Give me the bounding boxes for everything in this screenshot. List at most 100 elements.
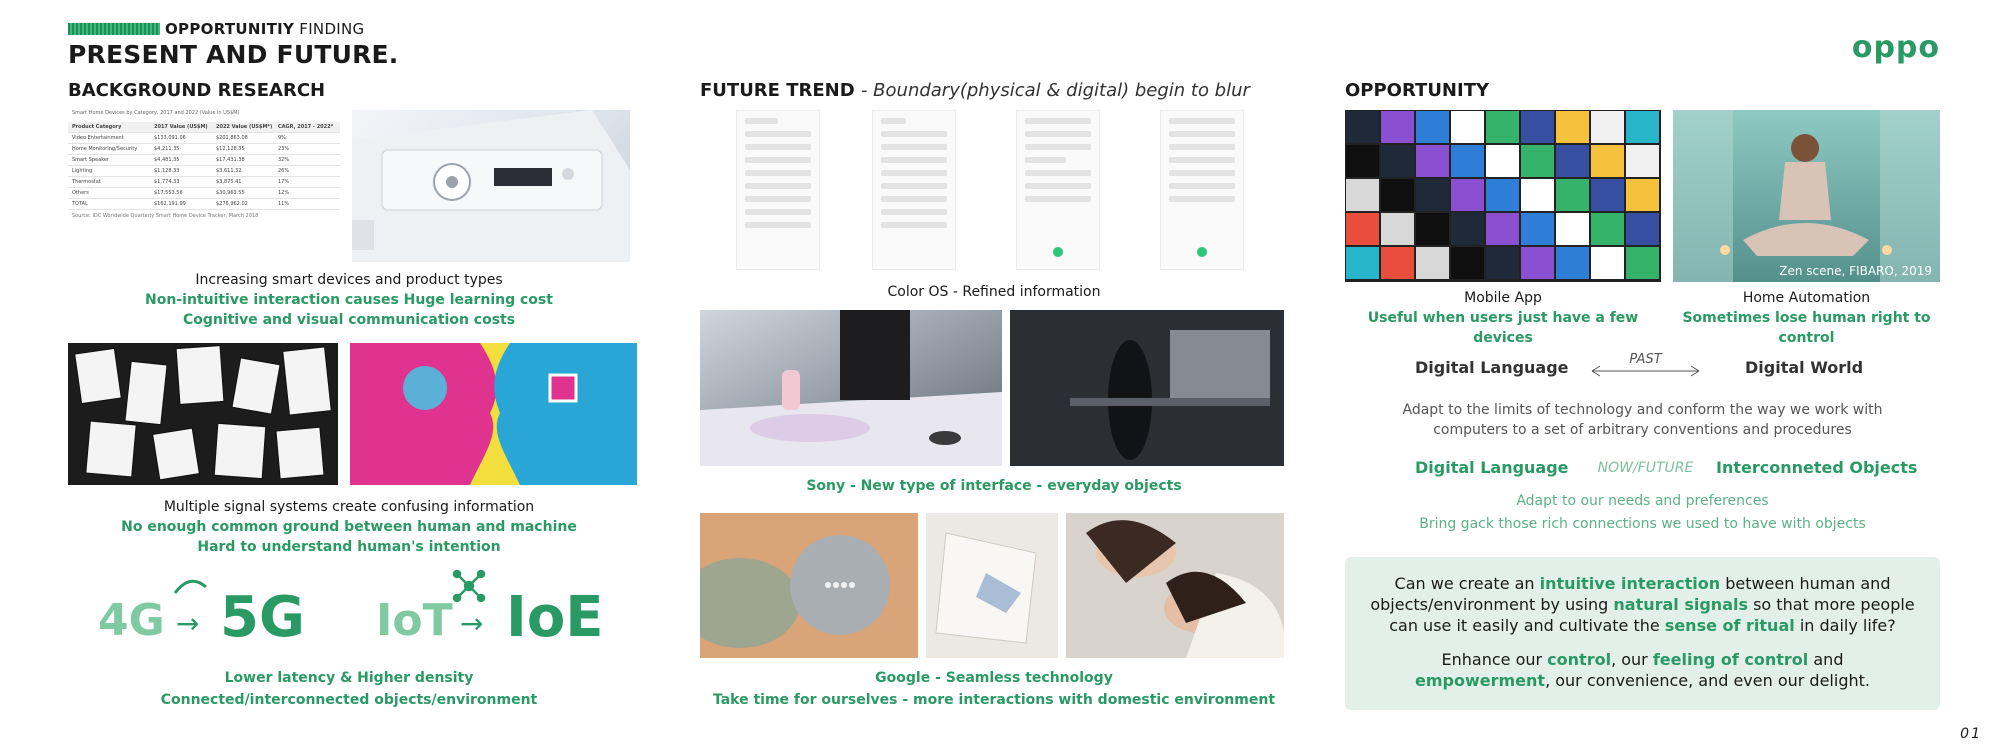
color-os-screen-1 xyxy=(736,110,820,270)
app-screen-tile xyxy=(1486,179,1519,211)
app-screen-tile xyxy=(1381,179,1414,211)
table-cell: 23% xyxy=(278,146,290,152)
ioe-label: IoE xyxy=(506,585,604,650)
table-cell: 32% xyxy=(278,157,290,163)
app-screen-tile xyxy=(1381,213,1414,245)
iot-label: IoT xyxy=(376,595,453,646)
app-screen-tile xyxy=(1416,145,1449,177)
table-header-row: Product Category 2017 Value (US$M) 2022 Va… xyxy=(68,122,340,133)
app-screen-tile xyxy=(1626,111,1659,143)
color-os-screen-2 xyxy=(872,110,956,270)
app-screen-tile xyxy=(1381,145,1414,177)
mobile-app-caption: Mobile App Useful when users just have a… xyxy=(1367,290,1639,346)
now-description: Adapt to our needs and preferences Bring… xyxy=(1419,493,1866,532)
background-research-title: BACKGROUND RESEARCH xyxy=(68,80,326,101)
table-cell: Lighting xyxy=(72,168,93,174)
domestic-objects-image xyxy=(926,513,1058,658)
table-row: Thermostat $1,774.33 $3,875.41 17% xyxy=(68,177,340,188)
app-screen-tile xyxy=(1451,247,1484,279)
two-heads-illustration xyxy=(350,343,637,485)
app-screen-tile xyxy=(1346,213,1379,245)
app-screen-tile xyxy=(1591,145,1624,177)
table-cell: $17,431.38 xyxy=(216,157,245,163)
table-row: Home Monitoring/Security $4,211.35 $12,128… xyxy=(68,144,340,155)
app-screen-tile xyxy=(1556,179,1589,211)
interconnected-objects: Interconneted Objects xyxy=(1716,458,1918,477)
app-screen-tile xyxy=(1521,179,1554,211)
double-arrow-icon xyxy=(1591,365,1700,377)
app-screen-tile xyxy=(1346,247,1379,279)
tech-evolution-graphic: 4G → 5G IoT → IoE xyxy=(98,569,618,665)
network-icon xyxy=(452,569,486,603)
smart-home-table: Smart Home Devices by Category, 2017 and… xyxy=(68,110,340,255)
table-cell: Home Monitoring/Security xyxy=(72,146,138,152)
future-trend-title: FUTURE TREND - Boundary(physical & digit… xyxy=(700,80,1250,101)
signal-chaos-image xyxy=(68,343,338,485)
table-cell: $12,128.35 xyxy=(216,146,245,152)
table-caption: Smart Home Devices by Category, 2017 and… xyxy=(72,110,240,116)
table-cell: $1,128.33 xyxy=(154,168,180,174)
mobile-app-collage-image xyxy=(1345,110,1661,282)
app-screen-tile xyxy=(1416,247,1449,279)
app-screen-tile xyxy=(1416,179,1449,211)
table-row: Video Entertainment $133,091.06 $201,863.0… xyxy=(68,133,340,144)
table-row: TOTAL $162,191.99 $276,962.02 11% xyxy=(68,199,340,210)
app-screen-tile xyxy=(1486,213,1519,245)
app-screen-tile xyxy=(1486,145,1519,177)
app-screen-tile xyxy=(1451,111,1484,143)
app-screen-tile xyxy=(1521,111,1554,143)
page-number: 01 xyxy=(1960,726,1982,742)
table-row: Lighting $1,128.33 $3,611.32 26% xyxy=(68,166,340,177)
table-cell: 11% xyxy=(278,201,290,207)
home-automation-caption: Home Automation Sometimes lose human rig… xyxy=(1682,290,1931,346)
app-screen-tile xyxy=(1451,145,1484,177)
arrow-icon: → xyxy=(176,607,200,640)
conclusion-box: Can we create an intuitive interaction b… xyxy=(1345,557,1940,710)
past-digital-language: Digital Language xyxy=(1415,358,1569,377)
opportunity-title: OPPORTUNITY xyxy=(1345,80,1490,101)
app-screen-tile xyxy=(1626,213,1659,245)
table-cell: $133,091.06 xyxy=(154,135,186,141)
app-screen-tile xyxy=(1626,247,1659,279)
header-accent-bar xyxy=(68,23,160,35)
app-screen-tile xyxy=(1346,145,1379,177)
sony-dark-room-image xyxy=(1010,310,1284,466)
app-screen-tile xyxy=(1591,179,1624,211)
app-screen-tile xyxy=(1556,111,1589,143)
table-cell: $201,863.08 xyxy=(216,135,248,141)
table-cell: CAGR, 2017 - 2022* xyxy=(278,124,334,130)
oppo-logo: oppo xyxy=(1851,30,1940,65)
table-cell: $162,191.99 xyxy=(154,201,186,207)
app-screen-tile xyxy=(1381,111,1414,143)
app-screen-tile xyxy=(1416,111,1449,143)
app-screen-tile xyxy=(1556,213,1589,245)
table-cell: $30,963.55 xyxy=(216,190,245,196)
app-screen-tile xyxy=(1346,111,1379,143)
google-caption: Google - Seamless technology Take time f… xyxy=(712,670,1276,708)
background-caption-2: Multiple signal systems create confusing… xyxy=(121,499,577,555)
table-cell: 12% xyxy=(278,190,290,196)
page-title: PRESENT AND FUTURE. xyxy=(68,40,399,69)
app-screen-tile xyxy=(1346,179,1379,211)
table-cell: $17,553.56 xyxy=(154,190,183,196)
color-os-dialer-screen xyxy=(1016,110,1100,270)
now-digital-language: Digital Language xyxy=(1415,458,1569,477)
app-screen-tile xyxy=(1591,111,1624,143)
table-source: Source: IDC Worldwide Quarterly Smart Ho… xyxy=(72,213,259,219)
conclusion-question: Can we create an intuitive interaction b… xyxy=(1370,574,1915,635)
app-screen-tile xyxy=(1626,145,1659,177)
home-automation-image: Zen scene, FIBARO, 2019 xyxy=(1673,110,1940,282)
app-screen-tile xyxy=(1486,111,1519,143)
table-cell: Product Category xyxy=(72,124,122,130)
conclusion-statement: Enhance our control, our feeling of cont… xyxy=(1415,650,1870,690)
image-credit: Zen scene, FIBARO, 2019 xyxy=(1779,264,1932,278)
5g-label: 5G xyxy=(220,585,305,650)
table-cell: Smart Speaker xyxy=(72,157,110,163)
table-cell: 9% xyxy=(278,135,286,141)
table-cell: $276,962.02 xyxy=(216,201,248,207)
app-screen-tile xyxy=(1451,213,1484,245)
washing-machine-image xyxy=(352,110,630,262)
app-screen-tile xyxy=(1451,179,1484,211)
past-digital-world: Digital World xyxy=(1745,358,1864,377)
table-cell: $1,774.33 xyxy=(154,179,180,185)
